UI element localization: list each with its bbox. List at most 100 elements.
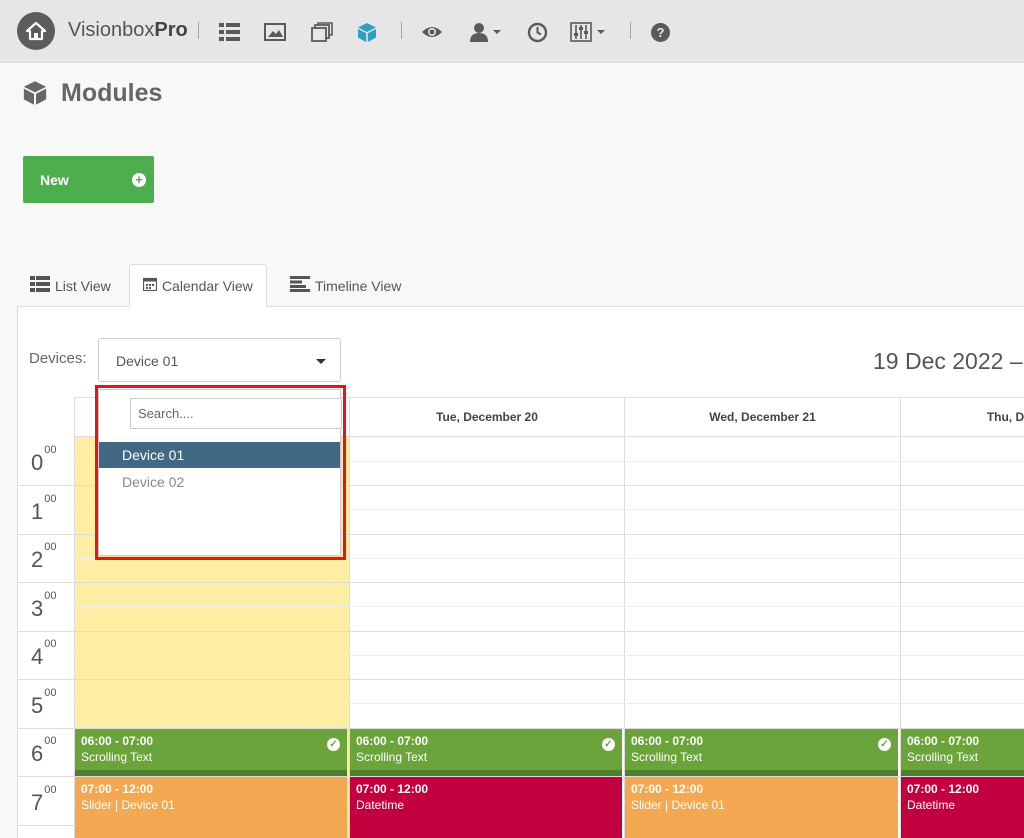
chevron-down-icon <box>316 359 326 364</box>
sliders-icon[interactable] <box>568 19 594 45</box>
nav-separator <box>630 22 631 39</box>
half-hour-line <box>74 558 1024 559</box>
user-menu-chevron-down-icon[interactable] <box>493 30 501 34</box>
calendar-event[interactable]: 06:00 - 07:00 Scrolling Text ✓ <box>625 729 898 776</box>
event-title: Scrolling Text <box>631 750 703 764</box>
event-title: Slider | Device 01 <box>81 798 175 812</box>
half-hour-line <box>74 606 1024 607</box>
settings-chevron-down-icon[interactable] <box>597 30 605 34</box>
time-label: 100 <box>31 493 57 525</box>
hour-value: 5 <box>31 693 44 718</box>
tab-list-view[interactable]: List View <box>30 264 111 307</box>
event-time: 07:00 - 12:00 <box>631 782 704 796</box>
event-title: Datetime <box>907 798 956 812</box>
tab-calendar-view[interactable]: Calendar View <box>129 264 267 307</box>
minutes-value: 00 <box>44 589 57 602</box>
device-option[interactable]: Device 02 <box>99 469 340 495</box>
hour-value: 2 <box>31 547 44 572</box>
half-hour-line <box>74 703 1024 704</box>
image-icon[interactable] <box>262 19 288 45</box>
minutes-value: 00 <box>44 734 57 747</box>
minutes-value: 00 <box>44 443 57 456</box>
event-title: Datetime <box>356 798 405 812</box>
devices-select[interactable]: Device 01 <box>98 338 341 382</box>
tab-label: Calendar View <box>162 277 253 294</box>
timeline-icon <box>290 276 310 295</box>
event-time: 07:00 - 12:00 <box>907 782 980 796</box>
list-icon[interactable] <box>216 19 242 45</box>
event-time: 06:00 - 07:00 <box>81 734 154 748</box>
event-time: 06:00 - 07:00 <box>907 734 980 748</box>
event-time: 07:00 - 12:00 <box>356 782 429 796</box>
devices-label: Devices: <box>29 350 87 367</box>
help-icon[interactable]: ? <box>647 19 673 45</box>
column-header: Thu, December 22 <box>900 397 1024 437</box>
event-time: 06:00 - 07:00 <box>631 734 704 748</box>
check-icon: ✓ <box>602 738 615 751</box>
hour-value: 1 <box>31 499 44 524</box>
clock-icon[interactable] <box>524 19 550 45</box>
svg-text:?: ? <box>656 25 664 40</box>
list-icon <box>30 276 50 295</box>
minutes-value: 00 <box>44 637 57 650</box>
cube-icon[interactable] <box>354 19 380 45</box>
event-time: 06:00 - 07:00 <box>356 734 429 748</box>
calendar-event[interactable]: 07:00 - 12:00 Datetime <box>350 777 622 838</box>
event-title: Scrolling Text <box>356 750 428 764</box>
new-button-label: New <box>40 171 69 188</box>
brand-logo[interactable]: VisionboxPro <box>68 19 188 42</box>
minutes-value: 00 <box>44 492 57 505</box>
devices-select-value: Device 01 <box>116 353 179 369</box>
nav-separator <box>401 22 402 39</box>
calendar-event[interactable]: 07:00 - 12:00 Slider | Device 01 <box>75 777 347 838</box>
hour-value: 7 <box>31 790 44 815</box>
user-icon[interactable] <box>466 19 492 45</box>
check-icon: ✓ <box>327 738 340 751</box>
event-title: Scrolling Text <box>81 750 153 764</box>
calendar-event[interactable]: 07:00 - 12:00 Slider | Device 01 <box>625 777 898 838</box>
new-module-button[interactable]: New + <box>23 156 154 203</box>
tab-timeline-view[interactable]: Timeline View <box>290 264 401 307</box>
event-title: Slider | Device 01 <box>631 798 725 812</box>
hour-value: 0 <box>31 450 44 475</box>
nav-separator <box>198 22 199 39</box>
tab-label: Timeline View <box>315 277 402 294</box>
time-label: 700 <box>31 784 57 816</box>
eye-icon[interactable] <box>419 19 445 45</box>
layers-icon[interactable] <box>309 19 335 45</box>
time-label: 400 <box>31 638 57 670</box>
calendar-event[interactable]: 06:00 - 07:00 Scrolling Text ✓ <box>75 729 347 776</box>
hour-line <box>17 631 1024 632</box>
time-label: 600 <box>31 735 57 767</box>
brand-light: Visionbox <box>68 19 155 41</box>
device-search-input[interactable] <box>130 398 342 429</box>
hour-line <box>17 582 1024 583</box>
calendar-event[interactable]: 06:00 - 07:00 Scrolling Text ✓ <box>350 729 622 776</box>
event-title: Scrolling Text <box>907 750 979 764</box>
date-range: 19 Dec 2022 – <box>873 348 1023 374</box>
hour-value: 4 <box>31 644 44 669</box>
time-label: 500 <box>31 687 57 719</box>
device-option[interactable]: Device 01 <box>99 442 340 468</box>
top-navbar: VisionboxPro ? <box>0 0 1024 63</box>
time-label: 000 <box>31 444 57 476</box>
half-hour-line <box>74 655 1024 656</box>
minutes-value: 00 <box>44 686 57 699</box>
event-time: 07:00 - 12:00 <box>81 782 154 796</box>
hour-line <box>17 679 1024 680</box>
calendar-icon <box>142 277 158 294</box>
column-header: Wed, December 21 <box>624 397 900 437</box>
calendar-event[interactable]: 06:00 - 07:00 Scrolling Text <box>901 729 1024 776</box>
column-header: Tue, December 20 <box>349 397 624 437</box>
hour-value: 6 <box>31 741 44 766</box>
cube-icon <box>22 80 48 111</box>
brand-bold: Pro <box>154 19 188 41</box>
devices-dropdown: Device 01 Device 02 <box>98 389 342 556</box>
time-label: 200 <box>31 541 57 573</box>
minutes-value: 00 <box>44 783 57 796</box>
minutes-value: 00 <box>44 540 57 553</box>
hour-value: 3 <box>31 596 44 621</box>
check-icon: ✓ <box>878 738 891 751</box>
calendar-event[interactable]: 07:00 - 12:00 Datetime <box>901 777 1024 838</box>
home-icon[interactable] <box>17 12 55 50</box>
